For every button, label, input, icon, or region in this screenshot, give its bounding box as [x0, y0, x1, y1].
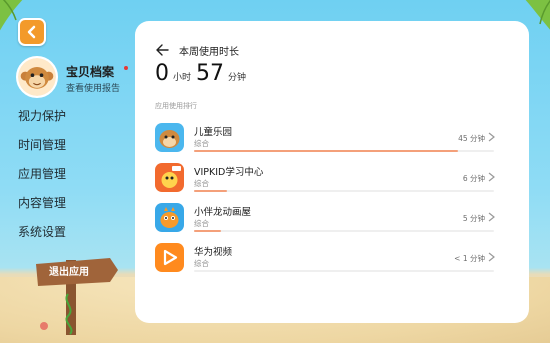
- app-usage-time: 6 分钟: [462, 174, 485, 183]
- app-ranking-list: 儿童乐园 综合 45 分钟 VIPKID学习中心 综合 6 分钟 小伴龙动画屋 …: [155, 119, 495, 279]
- vipkid-app-icon: [155, 163, 184, 192]
- sidebar-item-content-management[interactable]: 内容管理: [18, 193, 66, 222]
- sidebar-item-eye-protection[interactable]: 视力保护: [18, 106, 66, 135]
- list-item-app-huawei-video[interactable]: 华为视频 综合 < 1 分钟: [155, 239, 495, 279]
- exit-app-button[interactable]: 退出应用: [43, 263, 95, 278]
- usage-minutes-unit: 分钟: [228, 73, 247, 83]
- app-category: 综合: [194, 219, 209, 228]
- video-app-icon: [155, 243, 184, 272]
- back-arrow-icon: [27, 25, 36, 39]
- app-name: 小伴龙动画屋: [194, 207, 252, 218]
- chevron-right-icon: [488, 252, 495, 262]
- usage-bar-track: [194, 150, 494, 152]
- app-name: 华为视频: [194, 247, 233, 258]
- list-item-app-dragon[interactable]: 小伴龙动画屋 综合 5 分钟: [155, 199, 495, 239]
- sidebar-item-time-management[interactable]: 时间管理: [18, 135, 66, 164]
- app-category: 综合: [194, 179, 209, 188]
- app-usage-time: 45 分钟: [458, 134, 485, 143]
- app-name: VIPKID学习中心: [194, 167, 264, 178]
- app-screen: 宝贝档案 查看使用报告 视力保护 时间管理 应用管理 内容管理 系统设置 退出应…: [0, 0, 550, 343]
- app-usage-time: < 1 分钟: [454, 254, 485, 263]
- chevron-right-icon: [488, 132, 495, 142]
- signpost-icon: [36, 258, 118, 335]
- dragon-app-icon: [155, 203, 184, 232]
- app-usage-time: 5 分钟: [462, 214, 485, 223]
- weekly-usage-total: 0 小时 57 分钟: [155, 61, 251, 86]
- arrow-left-icon[interactable]: [155, 43, 169, 57]
- usage-bar-fill: [194, 150, 458, 152]
- usage-hours: 0: [155, 61, 169, 86]
- app-name: 儿童乐园: [194, 127, 233, 138]
- usage-hours-unit: 小时: [173, 73, 192, 83]
- list-item-app-vipkid[interactable]: VIPKID学习中心 综合 6 分钟: [155, 159, 495, 199]
- chevron-right-icon: [488, 172, 495, 182]
- avatar[interactable]: [16, 56, 58, 98]
- usage-bar-track: [194, 270, 494, 272]
- sidebar-item-app-management[interactable]: 应用管理: [18, 164, 66, 193]
- monkey-avatar-icon: [18, 58, 56, 96]
- usage-bar-fill: [194, 230, 221, 232]
- usage-bar-fill: [194, 190, 227, 192]
- profile-name[interactable]: 宝贝档案: [66, 63, 114, 80]
- monkey-app-icon: [155, 123, 184, 152]
- section-label: 应用使用排行: [155, 102, 197, 110]
- page-title: 本周使用时长: [179, 47, 239, 58]
- chevron-right-icon: [488, 212, 495, 222]
- sidebar-menu: 视力保护 时间管理 应用管理 内容管理 系统设置: [18, 106, 66, 251]
- view-report-link[interactable]: 查看使用报告: [66, 81, 120, 94]
- app-category: 综合: [194, 259, 209, 268]
- usage-bar-track: [194, 230, 494, 232]
- app-category: 综合: [194, 139, 209, 148]
- usage-panel: 本周使用时长 0 小时 57 分钟 应用使用排行 儿童乐园 综合 45 分钟 V…: [135, 21, 529, 323]
- usage-bar-track: [194, 190, 494, 192]
- usage-minutes: 57: [196, 61, 225, 86]
- back-button[interactable]: [18, 18, 46, 46]
- list-item-app-kids-park[interactable]: 儿童乐园 综合 45 分钟: [155, 119, 495, 159]
- notification-dot: [124, 66, 128, 70]
